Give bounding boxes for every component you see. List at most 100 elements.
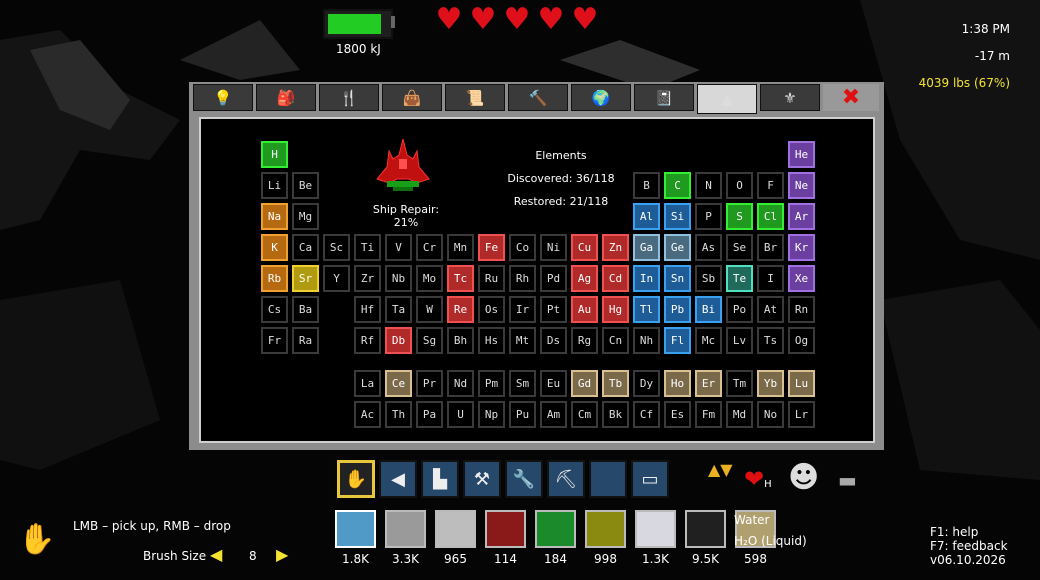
battery-icon[interactable]: ▬ xyxy=(838,468,857,492)
tool-pick[interactable]: ⛏ xyxy=(547,460,585,498)
element-tb[interactable]: Tb xyxy=(602,370,629,397)
element-ni[interactable]: Ni xyxy=(540,234,567,261)
robot-face-icon[interactable]: ☻ xyxy=(788,460,819,495)
element-ge[interactable]: Ge xyxy=(664,234,691,261)
element-fl[interactable]: Fl xyxy=(664,327,691,354)
element-rg[interactable]: Rg xyxy=(571,327,598,354)
tab-badge-icon[interactable]: ⚜ xyxy=(760,84,820,111)
material-swatch[interactable] xyxy=(685,510,726,548)
tab-hammer-icon[interactable]: 🔨 xyxy=(508,84,568,111)
element-y[interactable]: Y xyxy=(323,265,350,292)
element-mo[interactable]: Mo xyxy=(416,265,443,292)
element-se[interactable]: Se xyxy=(726,234,753,261)
element-nh[interactable]: Nh xyxy=(633,327,660,354)
element-ru[interactable]: Ru xyxy=(478,265,505,292)
element-pb[interactable]: Pb xyxy=(664,296,691,323)
element-tm[interactable]: Tm xyxy=(726,370,753,397)
element-as[interactable]: As xyxy=(695,234,722,261)
element-fr[interactable]: Fr xyxy=(261,327,288,354)
element-sc[interactable]: Sc xyxy=(323,234,350,261)
element-fm[interactable]: Fm xyxy=(695,401,722,428)
heart-h-icon[interactable]: ❤H xyxy=(744,465,772,493)
brush-increase-button[interactable]: ▶ xyxy=(276,545,288,564)
element-bk[interactable]: Bk xyxy=(602,401,629,428)
element-mg[interactable]: Mg xyxy=(292,203,319,230)
element-ta[interactable]: Ta xyxy=(385,296,412,323)
tab-globe-icon[interactable]: 🌍 xyxy=(571,84,631,111)
element-ra[interactable]: Ra xyxy=(292,327,319,354)
element-la[interactable]: La xyxy=(354,370,381,397)
element-pr[interactable]: Pr xyxy=(416,370,443,397)
element-ce[interactable]: Ce xyxy=(385,370,412,397)
element-kr[interactable]: Kr xyxy=(788,234,815,261)
close-button[interactable]: ✖ xyxy=(823,84,879,111)
material-swatch[interactable] xyxy=(385,510,426,548)
material-slot[interactable]: 114 xyxy=(483,510,528,566)
element-al[interactable]: Al xyxy=(633,203,660,230)
element-mc[interactable]: Mc xyxy=(695,327,722,354)
element-u[interactable]: U xyxy=(447,401,474,428)
swap-arrows-icon[interactable]: ▲▼ xyxy=(708,462,733,498)
material-swatch[interactable] xyxy=(535,510,576,548)
element-ga[interactable]: Ga xyxy=(633,234,660,261)
element-ti[interactable]: Ti xyxy=(354,234,381,261)
element-cn[interactable]: Cn xyxy=(602,327,629,354)
tab-backpack-icon[interactable]: 🎒 xyxy=(256,84,316,111)
element-ho[interactable]: Ho xyxy=(664,370,691,397)
element-re[interactable]: Re xyxy=(447,296,474,323)
element-dy[interactable]: Dy xyxy=(633,370,660,397)
element-ds[interactable]: Ds xyxy=(540,327,567,354)
element-pt[interactable]: Pt xyxy=(540,296,567,323)
material-slot[interactable]: 184 xyxy=(533,510,578,566)
tab-lightbulb-icon[interactable]: 💡 xyxy=(193,84,253,111)
element-lv[interactable]: Lv xyxy=(726,327,753,354)
material-slot[interactable]: 965 xyxy=(433,510,478,566)
element-f[interactable]: F xyxy=(757,172,784,199)
element-bi[interactable]: Bi xyxy=(695,296,722,323)
element-rh[interactable]: Rh xyxy=(509,265,536,292)
element-ts[interactable]: Ts xyxy=(757,327,784,354)
tab-scroll-icon[interactable]: 📜 xyxy=(445,84,505,111)
tool-hammer-tool[interactable]: ⚒ xyxy=(463,460,501,498)
element-eu[interactable]: Eu xyxy=(540,370,567,397)
material-slot[interactable]: 9.5K xyxy=(683,510,728,566)
element-og[interactable]: Og xyxy=(788,327,815,354)
element-br[interactable]: Br xyxy=(757,234,784,261)
element-lu[interactable]: Lu xyxy=(788,370,815,397)
element-o[interactable]: O xyxy=(726,172,753,199)
element-lr[interactable]: Lr xyxy=(788,401,815,428)
element-sr[interactable]: Sr xyxy=(292,265,319,292)
element-w[interactable]: W xyxy=(416,296,443,323)
tool-gun[interactable]: ▭ xyxy=(631,460,669,498)
element-p[interactable]: P xyxy=(695,203,722,230)
element-fe[interactable]: Fe xyxy=(478,234,505,261)
element-tl[interactable]: Tl xyxy=(633,296,660,323)
element-zr[interactable]: Zr xyxy=(354,265,381,292)
element-mn[interactable]: Mn xyxy=(447,234,474,261)
element-er[interactable]: Er xyxy=(695,370,722,397)
element-na[interactable]: Na xyxy=(261,203,288,230)
tool-wrench[interactable]: 🔧 xyxy=(505,460,543,498)
element-he[interactable]: He xyxy=(788,141,815,168)
element-es[interactable]: Es xyxy=(664,401,691,428)
element-np[interactable]: Np xyxy=(478,401,505,428)
element-rn[interactable]: Rn xyxy=(788,296,815,323)
element-co[interactable]: Co xyxy=(509,234,536,261)
element-cu[interactable]: Cu xyxy=(571,234,598,261)
element-sb[interactable]: Sb xyxy=(695,265,722,292)
element-cd[interactable]: Cd xyxy=(602,265,629,292)
element-th[interactable]: Th xyxy=(385,401,412,428)
element-ba[interactable]: Ba xyxy=(292,296,319,323)
material-swatch[interactable] xyxy=(435,510,476,548)
element-po[interactable]: Po xyxy=(726,296,753,323)
element-ac[interactable]: Ac xyxy=(354,401,381,428)
element-md[interactable]: Md xyxy=(726,401,753,428)
element-sg[interactable]: Sg xyxy=(416,327,443,354)
element-gd[interactable]: Gd xyxy=(571,370,598,397)
element-sn[interactable]: Sn xyxy=(664,265,691,292)
element-v[interactable]: V xyxy=(385,234,412,261)
element-cf[interactable]: Cf xyxy=(633,401,660,428)
element-hg[interactable]: Hg xyxy=(602,296,629,323)
element-pu[interactable]: Pu xyxy=(509,401,536,428)
element-in[interactable]: In xyxy=(633,265,660,292)
